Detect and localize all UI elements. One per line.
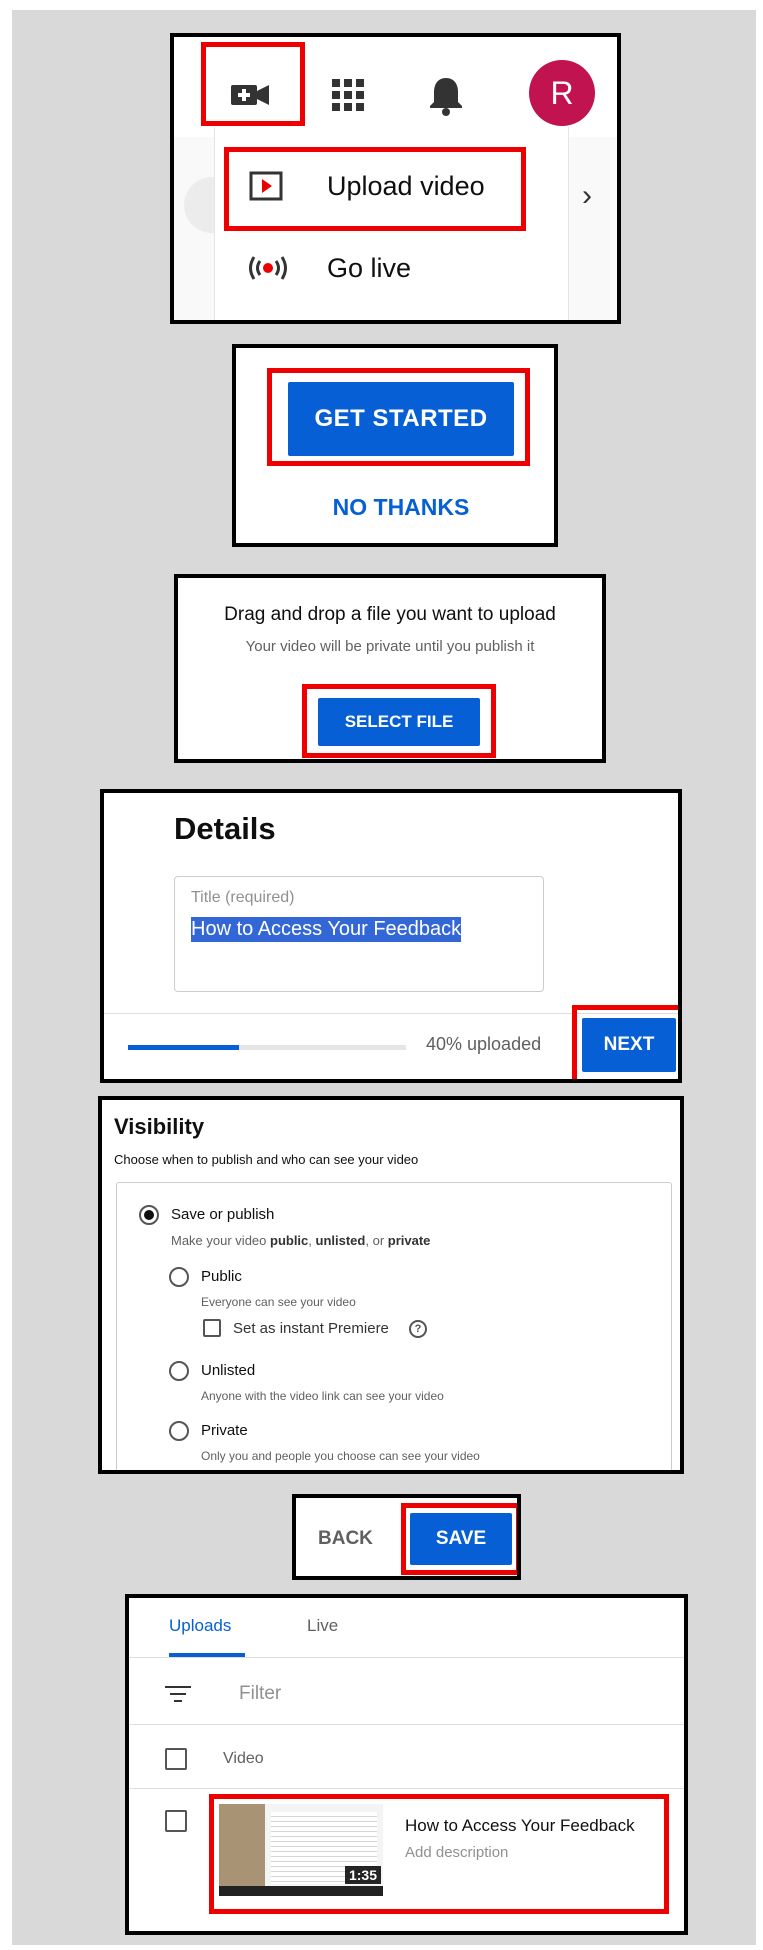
help-icon[interactable]: ?	[409, 1320, 427, 1338]
go-live-label: Go live	[327, 253, 412, 283]
unlisted-description: Anyone with the video link can see your …	[201, 1389, 444, 1403]
save-button[interactable]: SAVE	[410, 1513, 512, 1565]
visibility-subheading: Choose when to publish and who can see y…	[114, 1152, 419, 1167]
details-heading: Details	[174, 811, 276, 846]
title-field[interactable]: Title (required) How to Access Your Feed…	[174, 876, 544, 992]
upload-status: 40% uploaded	[426, 1034, 542, 1054]
desc-public: public	[270, 1233, 309, 1248]
create-menu-panel: › R Upload video Go live	[170, 33, 621, 324]
upload-progress-bar	[128, 1045, 406, 1050]
broadcast-icon	[245, 253, 291, 283]
desc-unlisted: unlisted	[315, 1233, 366, 1248]
instant-premiere-checkbox[interactable]	[203, 1319, 221, 1337]
tab-live[interactable]: Live	[307, 1616, 338, 1636]
thumbnail-side-panel	[219, 1804, 265, 1896]
play-square-icon	[249, 171, 283, 201]
private-label: Private	[201, 1422, 248, 1439]
visibility-options-box: Save or publish Make your video public, …	[116, 1182, 672, 1470]
thumbnail-caption-bar	[219, 1886, 383, 1896]
title-field-value[interactable]: How to Access Your Feedback	[191, 917, 462, 942]
filter-icon[interactable]	[165, 1684, 191, 1704]
save-bar-panel: BACK SAVE	[292, 1494, 521, 1580]
desc-sep: ,	[308, 1233, 316, 1248]
save-publish-label: Save or publish	[171, 1206, 275, 1223]
video-description[interactable]: Add description	[405, 1844, 508, 1861]
save-publish-description: Make your video public, unlisted, or pri…	[171, 1233, 430, 1248]
next-button[interactable]: NEXT	[582, 1018, 676, 1072]
details-panel: Details Title (required) How to Access Y…	[100, 789, 682, 1083]
help-icon-glyph: ?	[414, 1323, 422, 1335]
unlisted-label: Unlisted	[201, 1362, 256, 1379]
select-file-button[interactable]: SELECT FILE	[318, 698, 480, 746]
go-live-menu-item[interactable]: Go live	[215, 237, 570, 299]
save-publish-radio[interactable]	[139, 1205, 159, 1225]
filter-divider	[129, 1724, 684, 1725]
welcome-dialog-panel: GET STARTED NO THANKS	[232, 344, 558, 547]
get-started-button[interactable]: GET STARTED	[288, 382, 514, 456]
content-list-panel: Uploads Live Filter Video 1:35 How to Ac…	[125, 1594, 688, 1935]
avatar[interactable]: R	[529, 60, 595, 126]
desc-or: , or	[365, 1233, 388, 1248]
video-column-header: Video	[223, 1750, 264, 1767]
upload-progress-fill	[128, 1045, 240, 1050]
private-radio[interactable]	[169, 1421, 189, 1441]
header-divider	[129, 1788, 684, 1789]
filter-input[interactable]: Filter	[239, 1683, 281, 1705]
no-thanks-button[interactable]: NO THANKS	[288, 494, 514, 521]
drag-drop-heading: Drag and drop a file you want to upload	[224, 604, 556, 625]
video-camera-plus-icon[interactable]	[229, 77, 271, 113]
private-description: Only you and people you choose can see y…	[201, 1449, 480, 1463]
instant-premiere-label: Set as instant Premiere	[233, 1320, 389, 1337]
video-title[interactable]: How to Access Your Feedback	[405, 1816, 635, 1836]
tab-divider	[129, 1657, 684, 1658]
avatar-letter: R	[550, 74, 574, 111]
footer-divider	[104, 1013, 678, 1014]
video-duration: 1:35	[344, 1866, 381, 1884]
title-field-label: Title (required)	[191, 889, 295, 906]
apps-grid-icon[interactable]	[328, 75, 368, 115]
upload-video-menu-item[interactable]: Upload video	[215, 155, 570, 217]
bell-icon[interactable]	[426, 73, 466, 117]
video-row[interactable]: 1:35 How to Access Your Feedback Add des…	[209, 1794, 669, 1914]
public-radio[interactable]	[169, 1267, 189, 1287]
unlisted-radio[interactable]	[169, 1361, 189, 1381]
upload-file-panel: Drag and drop a file you want to upload …	[174, 574, 606, 763]
desc-prefix: Make your video	[171, 1233, 270, 1248]
chevron-right-icon[interactable]: ›	[582, 179, 592, 213]
select-all-checkbox[interactable]	[165, 1748, 187, 1770]
video-thumbnail[interactable]: 1:35	[219, 1804, 383, 1896]
desc-private: private	[387, 1233, 431, 1248]
private-notice: Your video will be private until you pub…	[245, 638, 535, 655]
public-description: Everyone can see your video	[201, 1295, 356, 1309]
public-label: Public	[201, 1268, 242, 1285]
visibility-heading: Visibility	[114, 1114, 205, 1139]
create-dropdown-menu: Upload video Go live	[214, 127, 570, 320]
back-button[interactable]: BACK	[318, 1528, 373, 1550]
video-row-checkbox[interactable]	[165, 1810, 187, 1832]
upload-video-label: Upload video	[327, 171, 485, 201]
visibility-panel: Visibility Choose when to publish and wh…	[98, 1096, 684, 1474]
tab-uploads[interactable]: Uploads	[169, 1616, 231, 1636]
